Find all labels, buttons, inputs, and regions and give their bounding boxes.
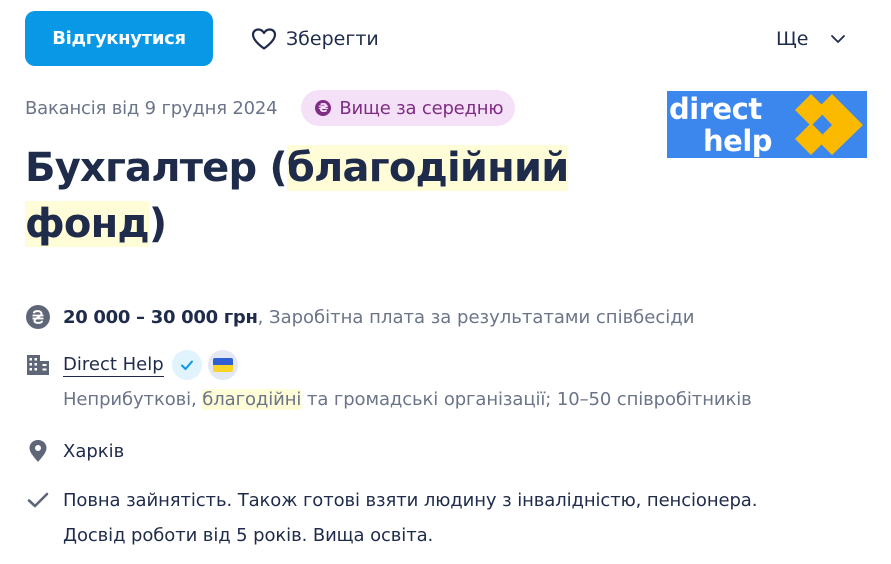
- title-highlight-1: благодійний: [286, 145, 569, 191]
- terms-line-1: Повна зайнятість. Також готові взяти люд…: [63, 490, 758, 511]
- terms-line-2: Досвід роботи від 5 років. Вища освіта.: [63, 525, 434, 546]
- company-logo[interactable]: direct help: [667, 91, 867, 158]
- hryvnia-icon: ₴: [315, 100, 332, 116]
- salary-note: , Заробітна плата за результатами співбе…: [257, 306, 695, 328]
- more-dropdown-button[interactable]: Ще: [776, 11, 846, 66]
- company-industry: Неприбуткові, благодійні та громадські о…: [63, 389, 752, 410]
- ukrainian-company-badge[interactable]: [207, 350, 238, 380]
- chevron-down-icon: [831, 34, 846, 43]
- industry-suffix: та громадські організації; 10–50 співроб…: [301, 389, 752, 410]
- hryvnia-icon: [25, 304, 51, 330]
- verified-company-badge[interactable]: [171, 350, 202, 380]
- action-toolbar: Відгукнутися Зберегти Ще: [25, 11, 865, 66]
- industry-highlight: благодійні: [202, 389, 302, 410]
- company-row: Direct Help: [25, 350, 238, 380]
- salary-range: 20 000 – 30 000 грн: [63, 306, 258, 328]
- industry-prefix: Неприбуткові,: [63, 389, 203, 410]
- city-name: Харків: [63, 440, 125, 462]
- posted-date: Вакансія від 9 грудня 2024: [25, 97, 278, 119]
- ukraine-flag-icon: [212, 358, 233, 372]
- title-highlight-2: фонд: [25, 201, 150, 247]
- location-pin-icon: [25, 438, 51, 464]
- salary-row: 20 000 – 30 000 грн, Заробітна плата за …: [25, 303, 694, 331]
- company-link[interactable]: Direct Help: [63, 354, 164, 377]
- employment-terms-row: Повна зайнятість. Також готові взяти люд…: [25, 483, 853, 553]
- save-label: Зберегти: [286, 27, 379, 50]
- badge-label: Вище за середню: [339, 97, 504, 119]
- logo-text-help: help: [703, 124, 772, 158]
- vacancy-meta: Вакансія від 9 грудня 2024 ₴ Вище за сер…: [25, 90, 516, 126]
- more-label: Ще: [776, 27, 809, 50]
- employment-terms: Повна зайнятість. Також готові взяти люд…: [63, 483, 853, 553]
- apply-button[interactable]: Відгукнутися: [25, 11, 213, 66]
- city-row: Харків: [25, 437, 124, 465]
- heart-icon: [251, 27, 277, 50]
- salary-above-average-badge: ₴ Вище за середню: [301, 90, 516, 126]
- building-icon: [25, 352, 51, 378]
- title-part2: ): [148, 201, 167, 247]
- check-icon: [25, 487, 51, 513]
- logo-text-direct: direct: [669, 92, 762, 126]
- save-button[interactable]: Зберегти: [251, 11, 379, 66]
- title-part1: Бухгалтер (: [25, 145, 288, 191]
- job-title: Бухгалтер (благодійний фонд): [25, 140, 585, 252]
- check-icon: [180, 360, 193, 370]
